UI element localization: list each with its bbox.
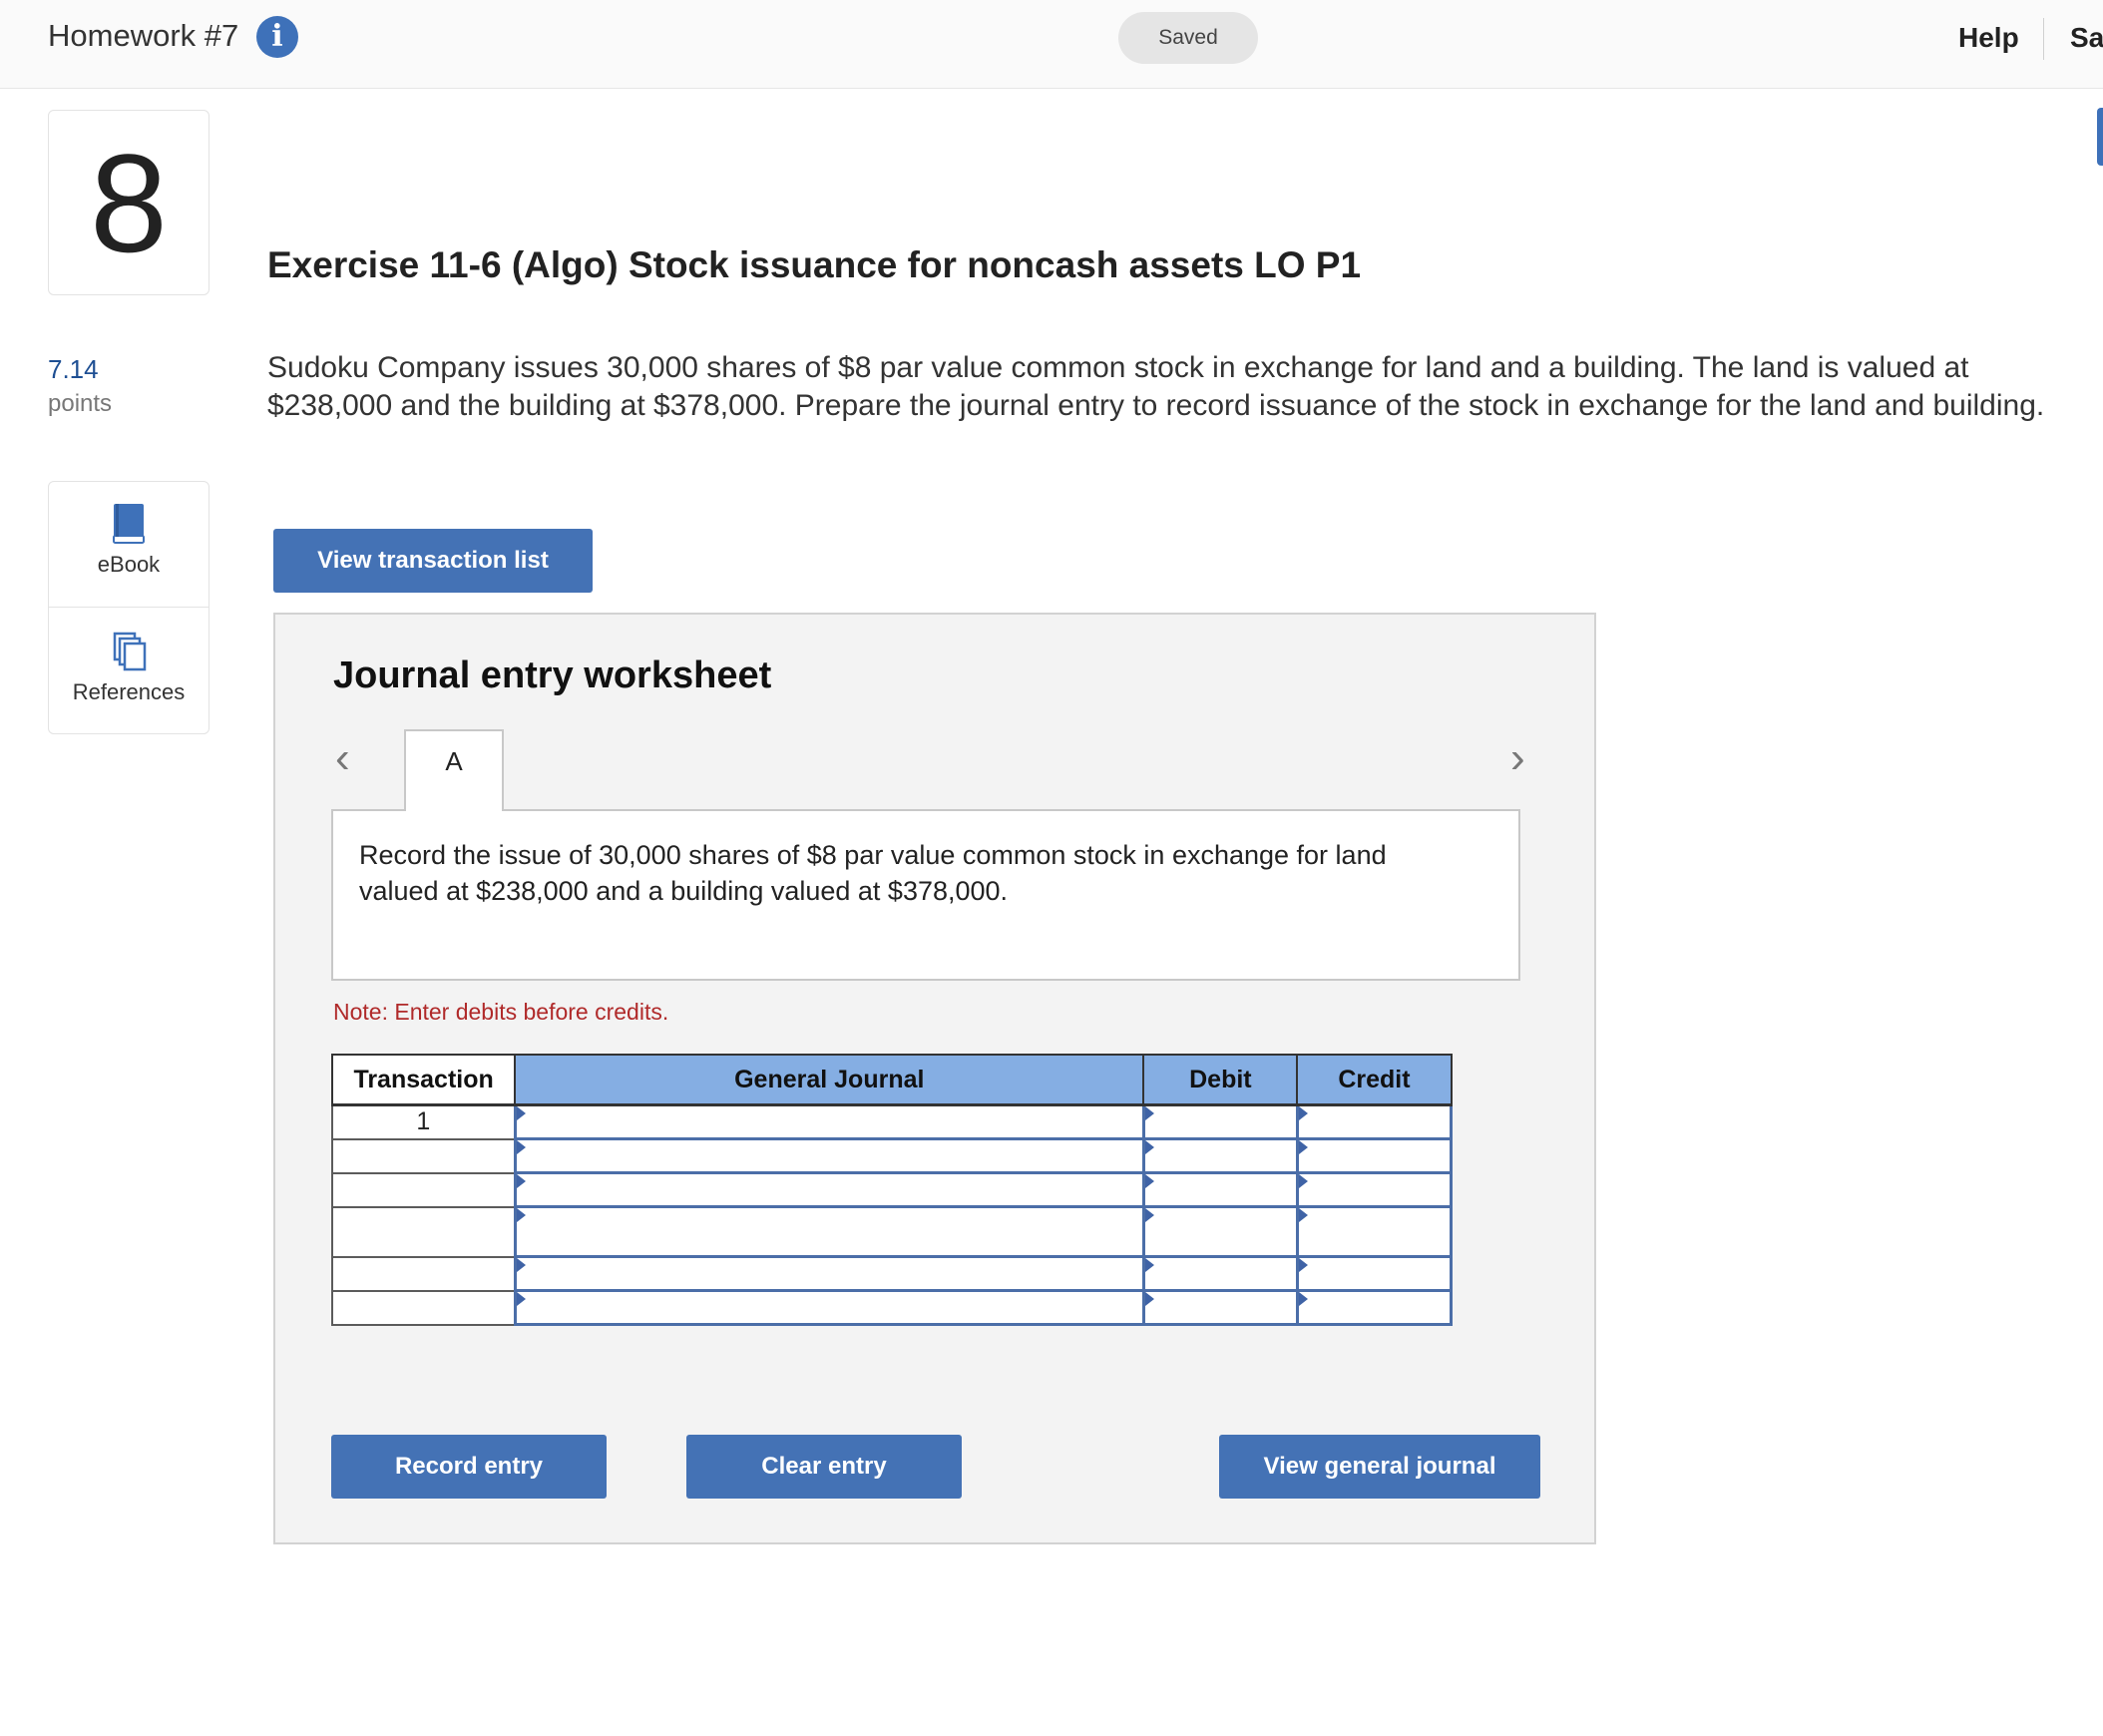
- dropdown-marker-icon: [1298, 1208, 1308, 1222]
- homework-title: Homework #7: [48, 18, 239, 53]
- credit-input[interactable]: [1295, 1171, 1454, 1208]
- account-input[interactable]: [513, 1255, 1145, 1292]
- dropdown-marker-icon: [1144, 1292, 1154, 1306]
- dropdown-marker-icon: [1298, 1106, 1308, 1120]
- chevron-right-icon[interactable]: ›: [1510, 736, 1525, 780]
- account-input[interactable]: [513, 1103, 1145, 1140]
- references-button[interactable]: References: [49, 608, 209, 732]
- account-input[interactable]: [513, 1205, 1145, 1258]
- credit-input[interactable]: [1295, 1255, 1454, 1292]
- question-prompt: Sudoku Company issues 30,000 shares of $…: [267, 351, 2045, 422]
- debit-input[interactable]: [1141, 1137, 1299, 1174]
- save-exit-link[interactable]: Sa: [2070, 16, 2103, 60]
- record-entry-button[interactable]: Record entry: [331, 1435, 607, 1499]
- edge-accent: [2097, 108, 2103, 166]
- journal-entry-worksheet: Journal entry worksheet ‹ A › Record the…: [273, 613, 1596, 1544]
- instruction-text: Record the issue of 30,000 shares of $8 …: [359, 840, 1387, 906]
- column-header-debit: Debit: [1142, 1054, 1299, 1106]
- exercise-title: Exercise 11-6 (Algo) Stock issuance for …: [267, 244, 1362, 285]
- dropdown-marker-icon: [1144, 1208, 1154, 1222]
- copy-pages-icon: [113, 632, 147, 671]
- table-row: [330, 1205, 1454, 1258]
- table-row: [330, 1137, 1454, 1174]
- account-input[interactable]: [513, 1137, 1145, 1174]
- debit-input[interactable]: [1141, 1171, 1299, 1208]
- dropdown-marker-icon: [516, 1140, 526, 1154]
- dropdown-marker-icon: [516, 1174, 526, 1188]
- column-header-general-journal: General Journal: [514, 1054, 1145, 1106]
- credit-input[interactable]: [1295, 1205, 1454, 1258]
- ebook-label: eBook: [97, 552, 161, 577]
- dropdown-marker-icon: [1144, 1106, 1154, 1120]
- chevron-left-icon[interactable]: ‹: [335, 736, 350, 780]
- transaction-cell: [330, 1137, 517, 1174]
- dropdown-marker-icon: [1298, 1292, 1308, 1306]
- table-header-row: Transaction General Journal Debit Credit: [330, 1054, 1453, 1106]
- question-number-box: 8: [48, 110, 210, 295]
- account-input[interactable]: [513, 1289, 1145, 1326]
- transaction-cell: 1: [330, 1103, 517, 1140]
- debit-input[interactable]: [1141, 1205, 1299, 1258]
- table-row: [330, 1255, 1454, 1292]
- dropdown-marker-icon: [1298, 1140, 1308, 1154]
- dropdown-marker-icon: [516, 1258, 526, 1272]
- info-icon[interactable]: i: [256, 16, 298, 58]
- table-row: 1: [330, 1103, 1454, 1140]
- points-label: points: [48, 390, 113, 417]
- saved-status-badge: Saved: [1118, 12, 1258, 64]
- table-row: [330, 1289, 1454, 1326]
- dropdown-marker-icon: [1298, 1174, 1308, 1188]
- credit-input[interactable]: [1295, 1137, 1454, 1174]
- transaction-cell: [330, 1289, 517, 1326]
- worksheet-title: Journal entry worksheet: [333, 654, 772, 696]
- dropdown-marker-icon: [516, 1106, 526, 1120]
- credit-input[interactable]: [1295, 1289, 1454, 1326]
- column-header-credit: Credit: [1296, 1054, 1453, 1106]
- debit-input[interactable]: [1141, 1103, 1299, 1140]
- view-general-journal-button[interactable]: View general journal: [1219, 1435, 1540, 1499]
- account-input[interactable]: [513, 1171, 1145, 1208]
- top-bar: Homework #7 i Saved Help Sa: [0, 0, 2103, 89]
- transaction-cell: [330, 1205, 517, 1258]
- instruction-box: Record the issue of 30,000 shares of $8 …: [331, 809, 1520, 981]
- debit-input[interactable]: [1141, 1289, 1299, 1326]
- dropdown-marker-icon: [1144, 1174, 1154, 1188]
- transaction-cell: [330, 1171, 517, 1208]
- dropdown-marker-icon: [1298, 1258, 1308, 1272]
- dropdown-marker-icon: [516, 1292, 526, 1306]
- header-divider: [2043, 18, 2044, 60]
- points-value: 7.14: [48, 354, 99, 384]
- transaction-cell: [330, 1255, 517, 1292]
- help-link[interactable]: Help: [1958, 16, 2019, 60]
- column-header-transaction: Transaction: [330, 1054, 517, 1106]
- question-number: 8: [90, 125, 168, 281]
- references-label: References: [72, 679, 186, 704]
- book-icon: [113, 504, 145, 544]
- table-row: [330, 1171, 1454, 1208]
- tools-panel: eBook References: [48, 481, 210, 734]
- credit-input[interactable]: [1295, 1103, 1454, 1140]
- view-transaction-list-button[interactable]: View transaction list: [273, 529, 593, 593]
- ebook-button[interactable]: eBook: [49, 482, 209, 608]
- dropdown-marker-icon: [1144, 1258, 1154, 1272]
- dropdown-marker-icon: [1144, 1140, 1154, 1154]
- dropdown-marker-icon: [516, 1208, 526, 1222]
- general-journal-table: Transaction General Journal Debit Credit…: [330, 1054, 1454, 1326]
- debit-credit-note: Note: Enter debits before credits.: [333, 999, 669, 1025]
- tab-a[interactable]: A: [404, 729, 504, 811]
- clear-entry-button[interactable]: Clear entry: [686, 1435, 962, 1499]
- debit-input[interactable]: [1141, 1255, 1299, 1292]
